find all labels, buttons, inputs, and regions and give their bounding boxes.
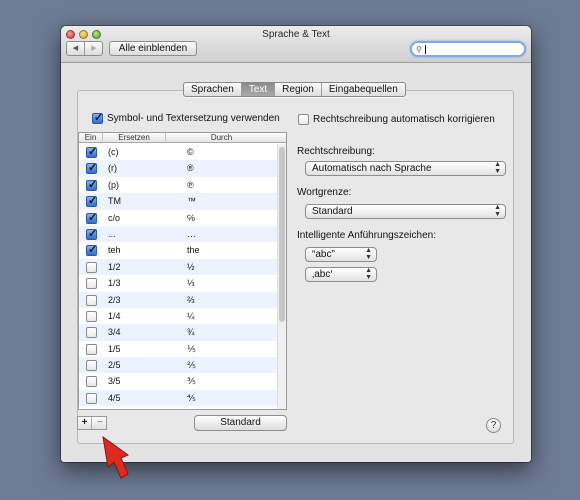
red-arrow-annotation: [102, 435, 130, 479]
red-arrow-icon: [102, 435, 130, 479]
